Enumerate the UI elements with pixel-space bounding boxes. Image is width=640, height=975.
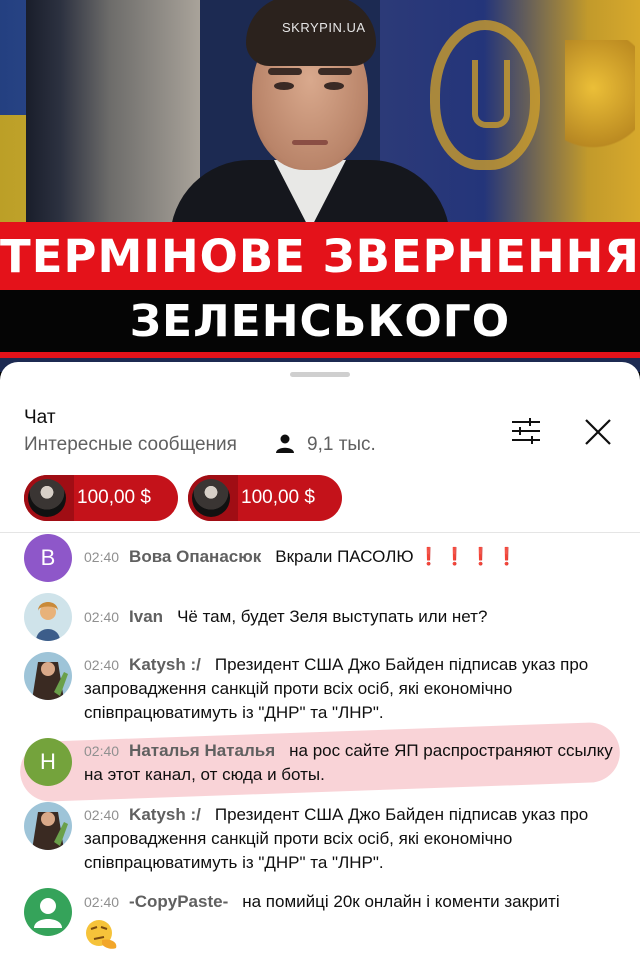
channel-watermark: SKRYPIN.UA: [282, 20, 366, 35]
super-chat-chip[interactable]: 100,00 $: [188, 475, 342, 521]
message-author[interactable]: Ivan: [129, 607, 163, 626]
message-time: 02:40: [84, 549, 120, 565]
exclamation-emoji: ❗ ❗ ❗ ❗: [418, 547, 518, 566]
person-icon: [276, 434, 294, 453]
avatar: B: [24, 534, 72, 582]
video-title-line1: ТЕРМІНОВЕ ЗВЕРНЕННЯ: [0, 230, 640, 283]
message-author[interactable]: Вова Опанасюк: [129, 547, 261, 566]
avatar: [28, 479, 66, 517]
message-text: на помийці 20к онлайн і коменти закриті: [242, 892, 560, 911]
message-time: 02:40: [84, 743, 120, 759]
super-chat-amount: 100,00 $: [241, 487, 315, 508]
avatar: [192, 479, 230, 517]
super-chat-chip[interactable]: 100,00 $: [24, 475, 178, 521]
message-author[interactable]: Katysh :/: [129, 805, 201, 824]
avatar: H: [24, 738, 72, 786]
message-text: Чё там, будет Зеля выступать или нет?: [177, 607, 488, 626]
video-thumbnail[interactable]: SKRYPIN.UA ТЕРМІНОВЕ ЗВЕРНЕННЯ ЗЕЛЕНСЬКО…: [0, 0, 640, 372]
ukraine-flag: [0, 0, 26, 230]
chat-mode-selector[interactable]: Интересные сообщения: [24, 434, 237, 456]
drag-handle[interactable]: [290, 372, 350, 377]
message-text: Вкрали ПАСОЛЮ: [275, 547, 414, 566]
message-author[interactable]: Katysh :/: [129, 655, 201, 674]
chat-panel: Чат Интересные сообщения 9,1 тыс. 100,00…: [0, 362, 640, 975]
message-time: 02:40: [84, 657, 120, 673]
message-time: 02:40: [84, 807, 120, 823]
title-banner-underline: [0, 352, 640, 358]
thinking-face-emoji-icon: [86, 920, 117, 949]
video-title-line2: ЗЕЛЕНСЬКОГО: [129, 296, 511, 347]
chat-title: Чат: [24, 407, 56, 428]
viewer-count: 9,1 тыс.: [307, 434, 376, 455]
avatar: [24, 888, 72, 936]
message-time: 02:40: [84, 894, 120, 910]
avatar: [24, 652, 72, 700]
divider: [0, 532, 640, 533]
lion-emblem-icon: [565, 40, 635, 160]
message-author[interactable]: Наталья Наталья: [129, 741, 275, 760]
message-author[interactable]: -CopyPaste-: [129, 892, 228, 911]
avatar: [24, 802, 72, 850]
super-chat-amount: 100,00 $: [77, 487, 151, 508]
message-time: 02:40: [84, 609, 120, 625]
close-icon[interactable]: [583, 417, 613, 447]
filter-sliders-icon[interactable]: [510, 418, 542, 444]
avatar: [24, 593, 72, 641]
